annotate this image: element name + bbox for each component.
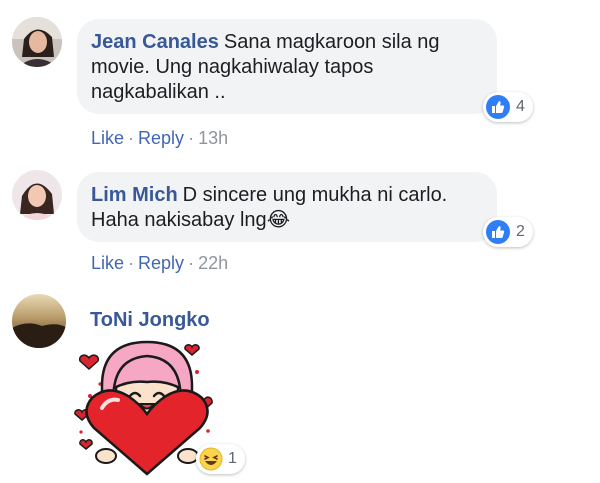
reply-link[interactable]: Reply xyxy=(138,253,184,273)
reaction-count-badge[interactable]: 4 xyxy=(483,92,533,122)
timestamp[interactable]: 13h xyxy=(198,128,228,148)
comment-author[interactable]: ToNi Jongko xyxy=(90,309,210,332)
comment-actions: Like · Reply · 22h xyxy=(91,253,229,273)
avatar-photo xyxy=(12,294,66,348)
reaction-count-badge[interactable]: 1 xyxy=(196,444,245,474)
comment-author[interactable]: Lim Mich xyxy=(91,184,178,206)
comment-actions: Like · Reply · 13h xyxy=(91,128,229,148)
reaction-count: 4 xyxy=(516,98,525,115)
avatar-photo xyxy=(12,17,62,67)
avatar[interactable] xyxy=(12,294,66,348)
haha-icon xyxy=(199,447,223,471)
like-link[interactable]: Like xyxy=(91,128,124,148)
avatar-photo xyxy=(12,170,62,220)
reply-link[interactable]: Reply xyxy=(138,128,184,148)
laughing-emoji: 😂 xyxy=(266,209,291,231)
reaction-count-badge[interactable]: 2 xyxy=(483,217,533,247)
comment-bubble: Jean Canales Sana magkaroon sila ng movie… xyxy=(77,19,497,114)
avatar[interactable] xyxy=(12,17,62,67)
thumbs-up-icon xyxy=(486,220,510,244)
thumbs-up-icon xyxy=(486,95,510,119)
like-link[interactable]: Like xyxy=(91,253,124,273)
timestamp[interactable]: 22h xyxy=(198,253,228,273)
comment-author[interactable]: Jean Canales xyxy=(91,31,219,53)
avatar[interactable] xyxy=(12,170,62,220)
reaction-count: 1 xyxy=(228,450,237,467)
reaction-count: 2 xyxy=(516,223,525,240)
comment-bubble: Lim Mich D sincere ung mukha ni carlo. Ha… xyxy=(77,172,497,242)
